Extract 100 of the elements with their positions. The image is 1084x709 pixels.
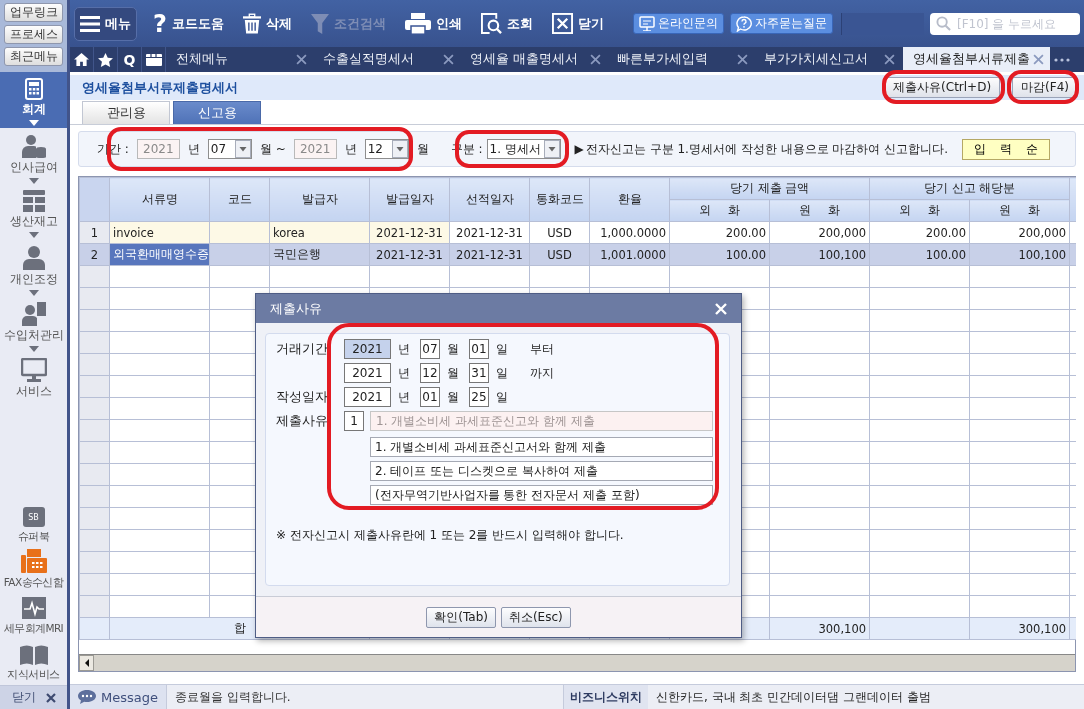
scroll-left-button[interactable] <box>79 655 94 671</box>
column-header: 통화코드 <box>529 177 590 222</box>
person-coins-icon <box>21 134 46 158</box>
unit-label: 월 <box>447 340 459 358</box>
unit-label: 월 ~ <box>259 140 286 158</box>
close-icon[interactable] <box>296 54 307 65</box>
day-field[interactable]: 25 <box>469 387 489 407</box>
sidebar-close-button[interactable]: 닫기 <box>0 685 67 709</box>
service-item[interactable]: 지식서비스 <box>0 639 67 685</box>
question-bubble-icon <box>735 15 752 32</box>
row-number: 1 <box>79 221 110 244</box>
service-item[interactable]: 세무회계MRI <box>0 593 67 639</box>
quick-link-button[interactable]: 최근메뉴 <box>4 47 63 66</box>
pulse-chart-icon <box>21 597 46 619</box>
day-field[interactable]: 01 <box>469 339 489 359</box>
action-button[interactable]: 제출사유(Ctrl+D) <box>884 77 1001 98</box>
caret-icon[interactable] <box>28 120 39 126</box>
menu-button[interactable]: 메뉴 <box>74 6 137 41</box>
table-row[interactable]: 1 invoice korea 2021-12-31 2021-12-31 USD 1,000.0000 200.00 200,000 200.00 200,000 <box>79 221 1076 244</box>
tab[interactable]: 부가가치세신고서 <box>754 47 901 72</box>
message-button[interactable]: Message <box>70 685 167 709</box>
tab[interactable]: 영세율 매출명세서 <box>460 47 607 72</box>
print-button[interactable]: 인쇄 <box>404 6 462 41</box>
quick-link-button[interactable]: 프로세스 <box>4 25 63 44</box>
caret-icon[interactable] <box>28 346 39 352</box>
status-message: 종료월을 입력합니다. <box>175 688 291 706</box>
page-title: 영세율첨부서류제출명세서 <box>82 78 238 97</box>
sidebar-item[interactable]: 회계 <box>0 72 67 128</box>
row-number: 2 <box>79 243 110 266</box>
table-row[interactable]: 2 외국환매매영수증 국민은행 2021-12-31 2021-12-31 USD 1,001.0000 100.00 100,100 100.00 100,100 <box>79 243 1076 266</box>
table-cell: 200.00 <box>869 221 970 244</box>
year-field[interactable]: 2021 <box>344 363 391 383</box>
order-button[interactable]: 입 력 순 <box>962 138 1050 160</box>
tab[interactable]: 수출실적명세서 <box>313 47 460 72</box>
lookup-button[interactable]: 조회 <box>480 6 533 41</box>
horizontal-scrollbar[interactable] <box>79 654 1075 671</box>
view-tab[interactable]: 관리용 <box>82 101 170 124</box>
tab[interactable]: 빠른부가세입력 <box>607 47 754 72</box>
unit-label: 월 <box>416 140 429 158</box>
unit-label: 월 <box>447 364 459 382</box>
column-group-header: 당기 신고 해당분 <box>869 177 1070 200</box>
monitor-icon <box>638 16 655 31</box>
dialog-note: ※ 전자신고시 제출사유란에 1 또는 2를 반드시 입력해야 합니다. <box>276 527 625 544</box>
unit-label: 년 <box>187 140 200 158</box>
person-icon <box>22 246 45 270</box>
column-header: 서류명 <box>109 177 210 222</box>
calculator-icon <box>24 78 43 100</box>
code-help-button[interactable]: ? 코드도움 <box>153 6 224 41</box>
more-icon[interactable] <box>1054 57 1070 62</box>
person-building-icon <box>21 302 46 326</box>
unit-label: 년 <box>344 140 357 158</box>
arrow-left-icon <box>84 659 89 667</box>
column-header: 환율 <box>589 177 670 222</box>
dialog-button[interactable]: 확인(Tab) <box>426 606 496 628</box>
chat-icon <box>78 690 96 704</box>
close-button[interactable]: 닫기 <box>551 6 604 41</box>
caret-icon[interactable] <box>28 290 39 296</box>
month-field[interactable]: 01 <box>420 387 440 407</box>
sidebar-item[interactable]: 수입처관리 <box>0 296 67 352</box>
home-icon <box>74 53 89 66</box>
month-select[interactable]: 12 <box>364 139 409 159</box>
service-item[interactable]: SB 슈퍼북 <box>0 501 67 547</box>
close-icon[interactable] <box>737 54 748 65</box>
unit-label: 일 <box>496 364 508 382</box>
quick-link-button[interactable]: 업무링크 <box>4 3 63 22</box>
header-filler-cell <box>1069 177 1076 222</box>
search-field[interactable]: [F10] 을 누르세요 <box>930 12 1080 35</box>
service-item[interactable]: FAX송수신함 <box>0 547 67 593</box>
dialog-button[interactable]: 취소(Esc) <box>500 606 571 628</box>
year-field[interactable]: 2021 <box>344 339 391 359</box>
view-tab[interactable]: 신고용 <box>173 101 261 124</box>
month-field[interactable]: 12 <box>420 363 440 383</box>
caret-icon[interactable] <box>28 178 39 184</box>
year-field[interactable]: 2021 <box>344 387 391 407</box>
unit-label: 일 <box>496 388 508 406</box>
type-select[interactable]: 1. 명세서 <box>486 139 561 159</box>
news-headline[interactable]: 신한카드, 국내 최초 민간데이터댐 그랜데이터 출범 <box>648 688 1084 706</box>
close-icon[interactable] <box>45 692 56 703</box>
unit-label: 년 <box>398 388 410 406</box>
caret-icon[interactable] <box>28 232 39 238</box>
tab[interactable]: 전체메뉴 <box>166 47 313 72</box>
action-button[interactable]: 마감(F4) <box>1012 77 1078 98</box>
sidebar-item[interactable]: 생산재고 <box>0 184 67 240</box>
month-field[interactable]: 07 <box>420 339 440 359</box>
close-icon[interactable] <box>443 54 454 65</box>
day-field[interactable]: 31 <box>469 363 489 383</box>
table-cell: 200,000 <box>769 221 870 244</box>
close-icon[interactable] <box>884 54 895 65</box>
question-mark-icon: ? <box>153 11 167 36</box>
tab[interactable]: 영세율첨부서류제출 <box>903 47 1050 72</box>
table-cell: 1,000.0000 <box>589 221 670 244</box>
sidebar-item[interactable]: 인사급여 <box>0 128 67 184</box>
sidebar-item[interactable]: 개인조정 <box>0 240 67 296</box>
table-cell: 200,000 <box>969 221 1070 244</box>
sidebar-item[interactable]: 서비스 <box>0 352 67 408</box>
month-select[interactable]: 07 <box>207 139 252 159</box>
column-header: 발급자 <box>269 177 370 222</box>
unit-label: 년 <box>398 340 410 358</box>
close-icon[interactable] <box>590 54 601 65</box>
delete-button[interactable]: 삭제 <box>242 6 292 41</box>
